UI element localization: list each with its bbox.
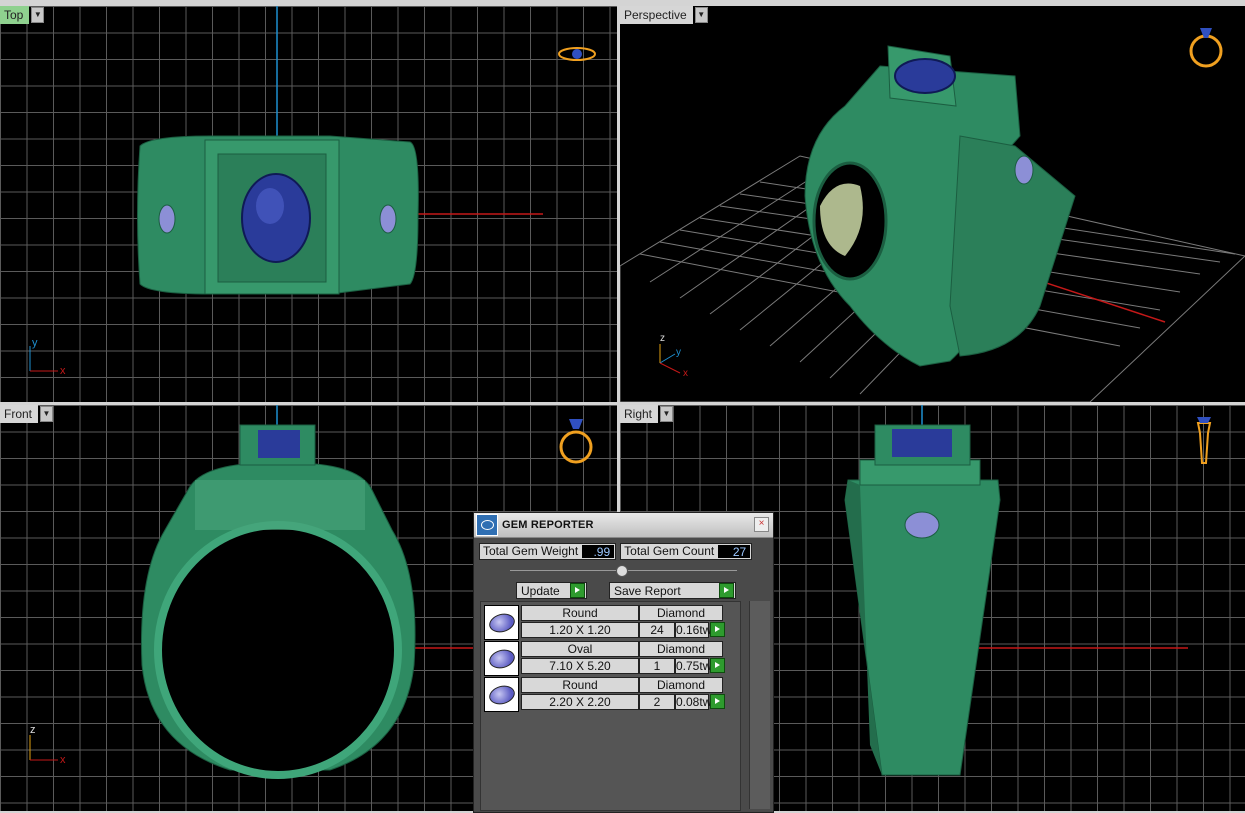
viewport-top-name: Top	[0, 6, 30, 24]
gem-list[interactable]: Round Diamond 1.20 X 1.20 24 0.16tw Oval…	[480, 601, 741, 811]
gem-count: 2	[639, 694, 675, 710]
play-icon[interactable]	[719, 583, 734, 598]
front-axis-gizmo: z x	[29, 724, 66, 766]
play-icon[interactable]	[710, 694, 725, 709]
play-icon[interactable]	[710, 622, 725, 637]
right-view-cube-icon[interactable]	[1192, 413, 1216, 474]
persp-gizmo-z: z	[660, 333, 665, 344]
viewport-perspective[interactable]: z y x	[620, 6, 1245, 402]
list-item[interactable]: Round Diamond 2.20 X 2.20 2 0.08tw	[484, 677, 739, 712]
gem-type: Diamond	[639, 641, 723, 657]
viewport-front-name: Front	[0, 405, 39, 423]
gem-weight: 0.08tw	[675, 694, 712, 710]
viewport-label-front[interactable]: Front ▼	[0, 405, 54, 423]
gem-shape: Oval	[521, 641, 639, 657]
update-button-label: Update	[521, 583, 560, 598]
gem-shape: Round	[521, 605, 639, 621]
chevron-down-icon[interactable]: ▼	[31, 7, 45, 23]
total-gem-weight-field: Total Gem Weight .99	[479, 543, 617, 560]
total-gem-weight-label: Total Gem Weight	[483, 544, 579, 558]
play-icon[interactable]	[710, 658, 725, 673]
persp-gizmo-x: x	[683, 368, 688, 379]
front-gizmo-x: x	[60, 754, 66, 766]
gem-reporter-logo-icon	[476, 514, 498, 536]
gem-shape: Round	[521, 677, 639, 693]
play-icon[interactable]	[570, 583, 585, 598]
gem-weight: 0.16tw	[675, 622, 712, 638]
ring-perspective-model	[804, 45, 1076, 367]
total-gem-count-field: Total Gem Count 27	[620, 543, 753, 560]
chevron-down-icon[interactable]: ▼	[40, 406, 54, 422]
front-gizmo-z: z	[30, 724, 36, 736]
viewport-label-top[interactable]: Top ▼	[0, 6, 45, 24]
save-report-button[interactable]: Save Report	[609, 582, 736, 599]
viewport-label-perspective[interactable]: Perspective ▼	[620, 6, 708, 24]
top-view-scene: y x	[29, 6, 543, 377]
viewport-label-right[interactable]: Right ▼	[620, 405, 674, 423]
gem-list-scrollbar[interactable]	[749, 601, 770, 809]
persp-gizmo-y: y	[676, 347, 681, 358]
ring-top-model	[137, 135, 419, 295]
gem-type: Diamond	[639, 677, 723, 693]
round-gem-icon	[484, 677, 519, 712]
viewport-right-name: Right	[620, 405, 659, 423]
gem-count: 1	[639, 658, 675, 674]
save-report-button-label: Save Report	[614, 583, 681, 598]
gem-reporter-titlebar[interactable]: GEM REPORTER ×	[474, 513, 773, 538]
gem-type: Diamond	[639, 605, 723, 621]
gem-size: 2.20 X 2.20	[521, 694, 639, 710]
front-view-cube-icon[interactable]	[556, 413, 596, 472]
gem-reporter-panel[interactable]: GEM REPORTER × Total Gem Weight .99 Tota…	[473, 512, 774, 813]
round-gem-icon	[484, 605, 519, 640]
total-gem-count-value: 27	[718, 545, 751, 559]
viewport-perspective-name: Perspective	[620, 6, 693, 24]
gem-size: 1.20 X 1.20	[521, 622, 639, 638]
perspective-scene: z y x	[620, 45, 1245, 402]
oval-gem-icon	[484, 641, 519, 676]
perspective-view-cube-icon[interactable]	[1186, 18, 1226, 73]
gem-size: 7.10 X 5.20	[521, 658, 639, 674]
top-gizmo-x: x	[60, 365, 66, 377]
ring-right-model	[844, 424, 1001, 776]
chevron-down-icon[interactable]: ▼	[694, 7, 708, 23]
ring-front-model	[141, 424, 416, 779]
perspective-axis-gizmo: z y x	[659, 333, 688, 379]
viewport-top[interactable]: y x	[0, 6, 617, 402]
gem-reporter-title: GEM REPORTER	[502, 519, 594, 531]
gem-weight: 0.75tw	[675, 658, 712, 674]
gem-count: 24	[639, 622, 675, 638]
update-button[interactable]: Update	[516, 582, 587, 599]
total-gem-weight-value: .99	[582, 545, 615, 559]
close-icon[interactable]: ×	[754, 517, 769, 532]
top-view-cube-icon[interactable]	[556, 42, 598, 71]
top-gizmo-y: y	[32, 337, 38, 349]
list-item[interactable]: Round Diamond 1.20 X 1.20 24 0.16tw	[484, 605, 739, 640]
list-item[interactable]: Oval Diamond 7.10 X 5.20 1 0.75tw	[484, 641, 739, 676]
chevron-down-icon[interactable]: ▼	[660, 406, 674, 422]
slider-handle[interactable]	[616, 565, 628, 577]
gem-reporter-slider[interactable]	[510, 564, 737, 578]
total-gem-count-label: Total Gem Count	[624, 544, 715, 558]
top-axis-gizmo: y x	[29, 337, 66, 377]
